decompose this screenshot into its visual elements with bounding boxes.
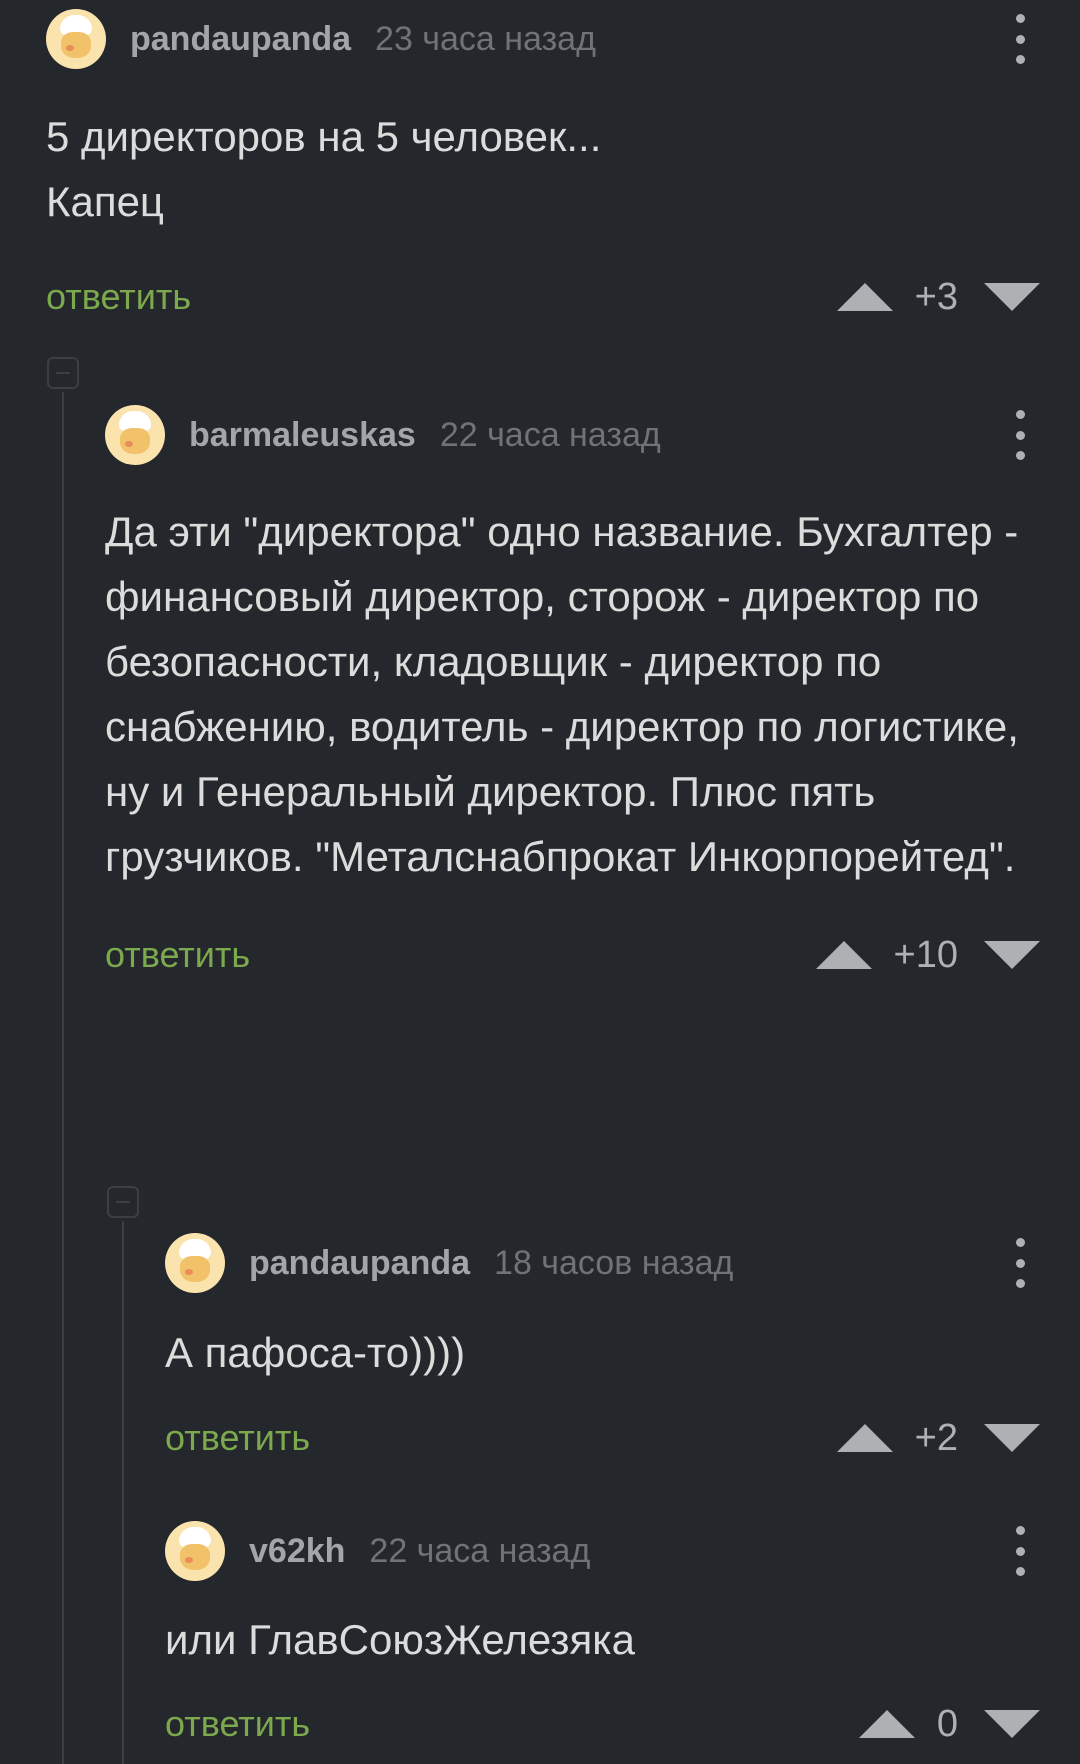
timestamp: 18 часов назад: [494, 1243, 734, 1282]
downvote-icon[interactable]: [984, 941, 1040, 969]
comment: barmaleuskas 22 часа назад Да эти "дирек…: [105, 404, 1040, 985]
more-options-icon[interactable]: [1000, 12, 1040, 66]
avatar[interactable]: [165, 1233, 225, 1293]
downvote-icon[interactable]: [984, 1710, 1040, 1738]
rating-score: 0: [936, 1702, 958, 1745]
comment-header: barmaleuskas 22 часа назад: [105, 404, 1040, 466]
timestamp: 22 часа назад: [439, 415, 661, 454]
upvote-icon[interactable]: [836, 1424, 893, 1452]
avatar[interactable]: [105, 405, 165, 465]
reply-button[interactable]: ответить: [165, 1703, 310, 1745]
vote-controls: +2: [836, 1416, 1040, 1460]
rating-score: +2: [914, 1416, 958, 1459]
timestamp: 23 часа назад: [375, 19, 596, 58]
downvote-icon[interactable]: [984, 1424, 1040, 1452]
vote-controls: +3: [836, 275, 1040, 319]
comment-header: pandaupanda 18 часов назад: [165, 1232, 1040, 1294]
vote-controls: +10: [815, 933, 1040, 977]
avatar[interactable]: [165, 1521, 225, 1581]
avatar[interactable]: [46, 9, 106, 69]
comment-header: v62kh 22 часа назад: [165, 1520, 1040, 1582]
comment-footer: ответить +3: [46, 267, 1040, 327]
upvote-icon[interactable]: [836, 283, 893, 311]
thread-line-level-1: [62, 392, 64, 1764]
upvote-icon[interactable]: [815, 941, 872, 969]
reply-button[interactable]: ответить: [105, 934, 250, 976]
comment-text: Да эти "директора" одно название. Бухгал…: [105, 508, 1019, 880]
username[interactable]: v62kh: [249, 1532, 345, 1571]
username[interactable]: pandaupanda: [130, 20, 351, 59]
downvote-icon[interactable]: [984, 283, 1040, 311]
comment-footer: ответить +10: [105, 925, 1040, 985]
vote-controls: 0: [858, 1702, 1040, 1746]
comment-text: или ГлавСоюзЖелезяка: [165, 1616, 635, 1663]
username[interactable]: barmaleuskas: [189, 416, 416, 455]
reply-button[interactable]: ответить: [46, 276, 191, 318]
timestamp: 22 часа назад: [369, 1531, 591, 1570]
rating-score: +10: [893, 933, 958, 976]
username[interactable]: pandaupanda: [249, 1244, 470, 1283]
collapse-thread-button[interactable]: [47, 357, 79, 389]
thread-line-level-2: [122, 1221, 124, 1764]
comment: pandaupanda 18 часов назад А пафоса-то))…: [165, 1232, 1040, 1468]
reply-button[interactable]: ответить: [165, 1417, 310, 1459]
more-options-icon[interactable]: [1000, 1524, 1040, 1578]
comment: pandaupanda 23 часа назад 5 директоров н…: [46, 8, 1040, 327]
comment-text: А пафоса-то)))): [165, 1329, 466, 1376]
rating-score: +3: [914, 275, 958, 318]
collapse-thread-button[interactable]: [107, 1186, 139, 1218]
comment-header: pandaupanda 23 часа назад: [46, 8, 1040, 70]
comment-footer: ответить +2: [165, 1408, 1040, 1468]
comment-text: 5 директоров на 5 человек... Капец: [46, 113, 602, 225]
more-options-icon[interactable]: [1000, 408, 1040, 462]
more-options-icon[interactable]: [1000, 1236, 1040, 1290]
comment-footer: ответить 0: [165, 1694, 1040, 1754]
upvote-icon[interactable]: [858, 1710, 915, 1738]
comment: v62kh 22 часа назад или ГлавСоюзЖелезяка…: [165, 1520, 1040, 1754]
